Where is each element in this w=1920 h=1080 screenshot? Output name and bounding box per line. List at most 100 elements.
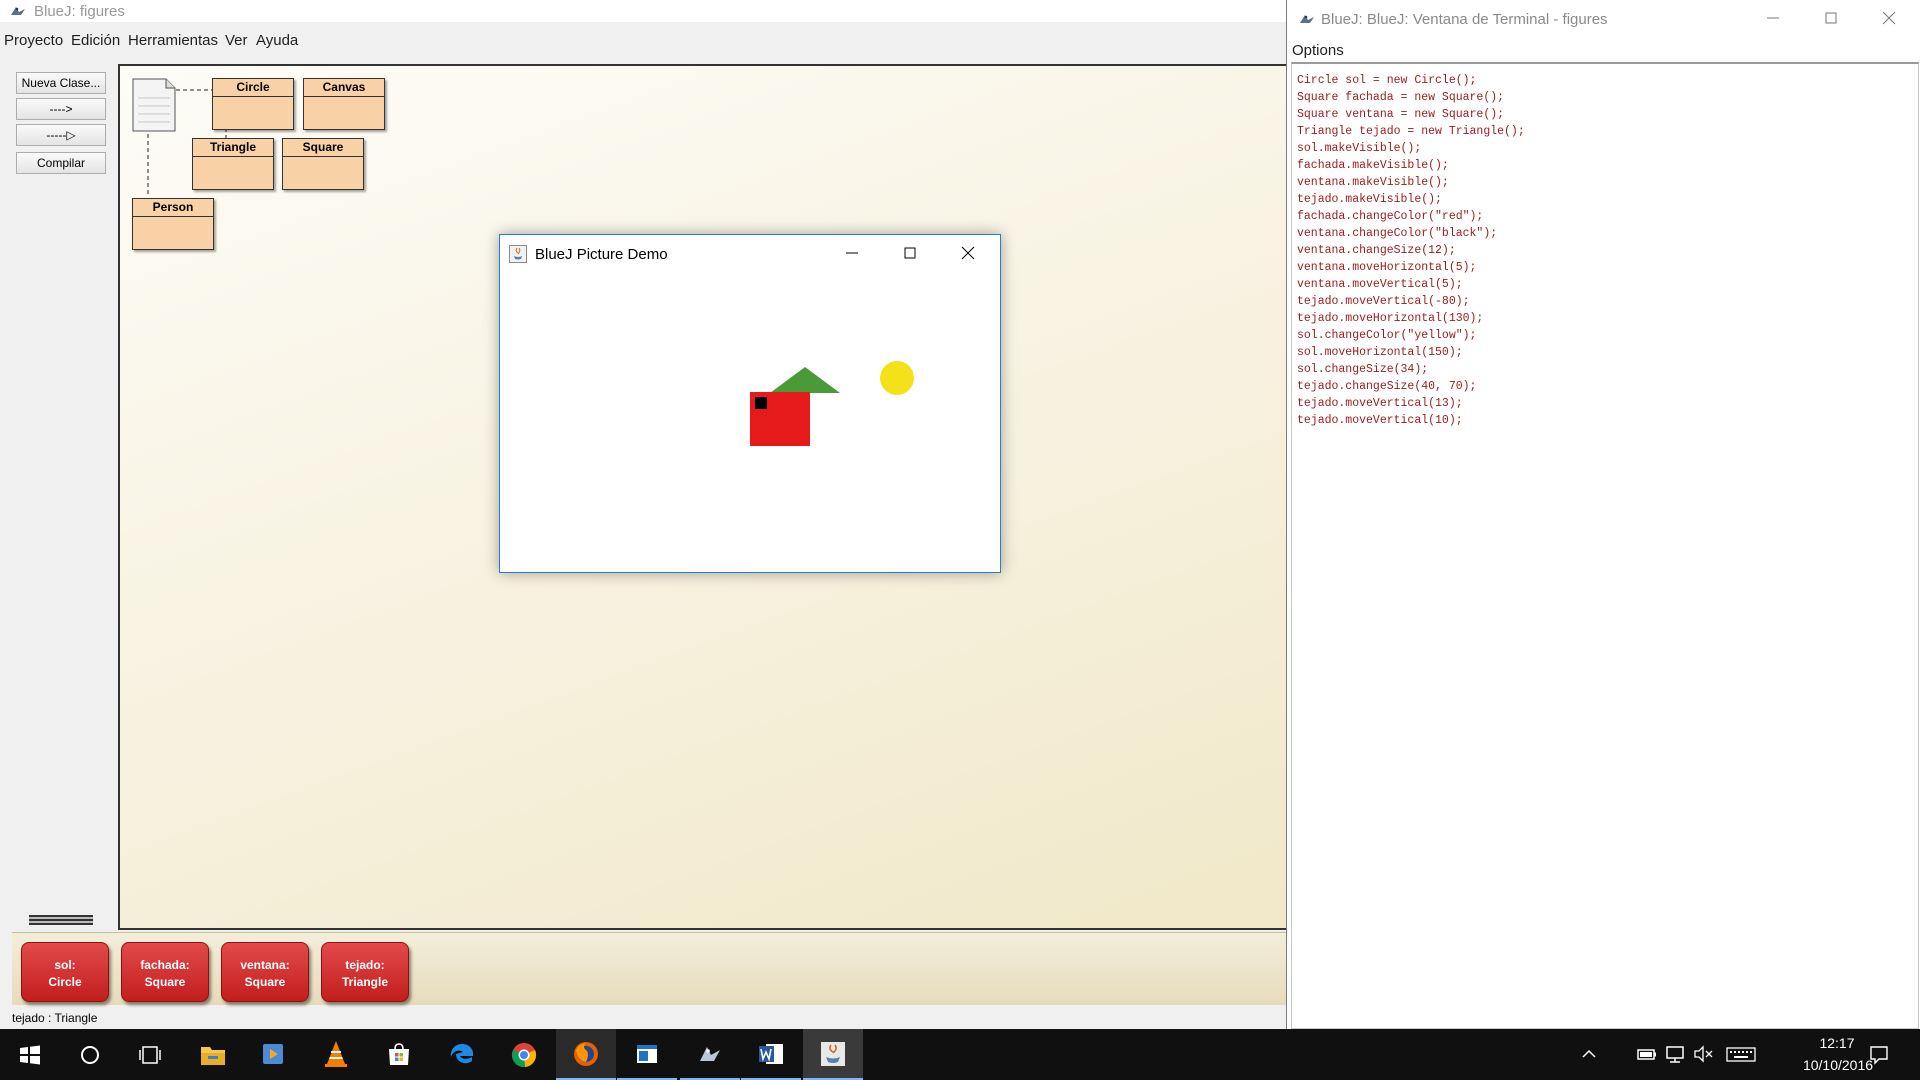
class-person[interactable]: Person <box>132 198 214 250</box>
terminal-line: Triangle tejado = new Triangle(); <box>1297 125 1525 138</box>
terminal-line: ventana.moveVertical(5); <box>1297 278 1463 291</box>
chevron-up-icon[interactable] <box>1578 1043 1600 1065</box>
bluej-logo-icon <box>11 7 25 15</box>
class-canvas[interactable]: Canvas <box>303 78 385 130</box>
minimize-icon[interactable] <box>1763 8 1783 28</box>
edge-icon <box>450 1044 474 1064</box>
vlc-button[interactable] <box>306 1029 366 1080</box>
picture-demo-window: BlueJ Picture Demo <box>499 234 1001 573</box>
word-button[interactable] <box>741 1029 801 1080</box>
class-square[interactable]: Square <box>282 138 364 190</box>
terminal-line: sol.changeColor("yellow"); <box>1297 329 1477 342</box>
network-icon[interactable] <box>1664 1043 1686 1065</box>
bluej-icon <box>700 1047 720 1061</box>
word-icon <box>759 1044 783 1064</box>
drawing-canvas <box>750 361 914 446</box>
minimize-icon[interactable] <box>842 243 862 263</box>
terminal-line: tejado.moveVertical(-80); <box>1297 295 1470 308</box>
class-circle[interactable]: Circle <box>212 78 294 130</box>
terminal-line: Circle sol = new Circle(); <box>1297 74 1477 87</box>
class-name: Canvas <box>304 79 384 97</box>
main-window-title: BlueJ: figures <box>34 3 125 20</box>
chrome-button[interactable] <box>494 1029 554 1080</box>
new-class-button[interactable]: Nueva Clase... <box>16 72 106 94</box>
start-icon <box>20 1045 40 1065</box>
notification-icon[interactable] <box>1868 1043 1890 1065</box>
file-explorer-button[interactable] <box>183 1029 243 1080</box>
readme-document-icon[interactable] <box>132 78 176 132</box>
terminal-line: tejado.moveVertical(13); <box>1297 397 1463 410</box>
close-icon[interactable] <box>1879 8 1899 28</box>
task-view-button[interactable] <box>120 1029 180 1080</box>
terminal-window-title: BlueJ: BlueJ: Ventana de Terminal - figu… <box>1321 11 1608 28</box>
object-ventana[interactable]: ventana: Square <box>221 942 309 1002</box>
firefox-icon <box>574 1042 598 1066</box>
object-type: Triangle <box>341 975 388 989</box>
sun-circle <box>880 361 914 395</box>
calculator-window-button[interactable] <box>617 1029 677 1080</box>
window-square <box>755 397 767 409</box>
object-tejado[interactable]: tejado: Triangle <box>321 942 409 1002</box>
media-player-icon <box>263 1044 283 1064</box>
bluej-logo-icon <box>1300 15 1314 23</box>
file-explorer-icon <box>201 1047 225 1065</box>
menu-herramientas[interactable]: Herramientas <box>128 32 218 49</box>
terminal-line: sol.makeVisible(); <box>1297 142 1422 155</box>
cortana-icon <box>81 1046 99 1064</box>
store-button[interactable] <box>369 1029 429 1080</box>
object-name: tejado: <box>345 958 385 972</box>
firefox-button[interactable] <box>556 1029 616 1080</box>
maximize-icon[interactable] <box>1821 8 1841 28</box>
roof-triangle <box>770 367 840 393</box>
java-app-button[interactable] <box>803 1029 863 1080</box>
maximize-icon[interactable] <box>900 243 920 263</box>
menu-edicion[interactable]: Edición <box>71 32 120 49</box>
object-bench: sol: Circle fachada: Square ventana: Squ… <box>12 932 1290 1005</box>
object-type: Square <box>244 975 286 989</box>
keyboard-icon[interactable] <box>1726 1043 1756 1065</box>
terminal-line: tejado.changeSize(40, 70); <box>1297 380 1477 393</box>
terminal-line: tejado.makeVisible(); <box>1297 193 1442 206</box>
object-name: sol: <box>54 958 76 972</box>
class-name: Triangle <box>193 139 273 157</box>
menu-options[interactable]: Options <box>1292 42 1344 59</box>
terminal-line: sol.moveHorizontal(150); <box>1297 346 1463 359</box>
terminal-line: ventana.changeColor("black"); <box>1297 227 1498 240</box>
taskbar: 12:17 10/10/2016 <box>0 1029 1920 1080</box>
terminal-output[interactable]: Circle sol = new Circle(); Square fachad… <box>1291 62 1919 1029</box>
terminal-line: Square fachada = new Square(); <box>1297 91 1505 104</box>
edge-button[interactable] <box>432 1029 492 1080</box>
main-title-bar[interactable]: BlueJ: figures <box>0 0 1290 22</box>
cortana-button[interactable] <box>60 1029 120 1080</box>
uses-arrow-button[interactable]: ----> <box>16 98 106 120</box>
object-name: ventana: <box>240 958 290 972</box>
vlc-icon <box>325 1041 347 1067</box>
battery-icon[interactable] <box>1636 1043 1658 1065</box>
object-fachada[interactable]: fachada: Square <box>121 942 209 1002</box>
class-triangle[interactable]: Triangle <box>192 138 274 190</box>
close-icon[interactable] <box>958 243 978 263</box>
terminal-line: ventana.moveHorizontal(5); <box>1297 261 1477 274</box>
media-player-button[interactable] <box>243 1029 303 1080</box>
bluej-button[interactable] <box>680 1029 740 1080</box>
start-button[interactable] <box>0 1029 60 1080</box>
menu-ver[interactable]: Ver <box>225 32 248 49</box>
terminal-line: fachada.makeVisible(); <box>1297 159 1449 172</box>
task-view-icon <box>139 1046 161 1064</box>
object-type: Square <box>144 975 186 989</box>
picture-title-bar[interactable]: BlueJ Picture Demo <box>500 235 1000 273</box>
class-name: Square <box>283 139 363 157</box>
object-sol[interactable]: sol: Circle <box>21 942 109 1002</box>
terminal-line: Square ventana = new Square(); <box>1297 108 1505 121</box>
menu-ayuda[interactable]: Ayuda <box>256 32 298 49</box>
java-icon <box>509 245 527 263</box>
menu-proyecto[interactable]: Proyecto <box>4 32 63 49</box>
chrome-icon <box>511 1043 537 1068</box>
status-bar: tejado : Triangle <box>12 1011 98 1025</box>
compile-button[interactable]: Compilar <box>16 152 106 174</box>
bench-resize-handle[interactable] <box>29 915 93 925</box>
volume-muted-icon[interactable] <box>1692 1043 1714 1065</box>
inherits-arrow-button[interactable]: -----▷ <box>16 124 106 146</box>
terminal-line: ventana.makeVisible(); <box>1297 176 1449 189</box>
terminal-title-bar[interactable]: BlueJ: BlueJ: Ventana de Terminal - figu… <box>1287 0 1920 38</box>
